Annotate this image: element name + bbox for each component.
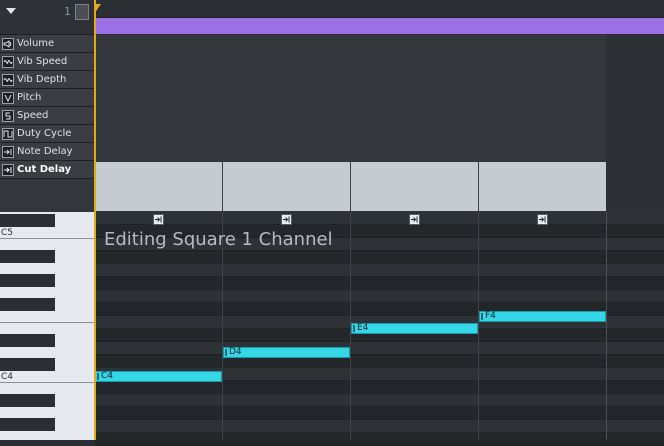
black-key[interactable] [0,298,55,311]
pitch-icon [2,91,14,104]
octave-divider [0,238,94,239]
black-key[interactable] [0,418,55,431]
collapse-icon[interactable] [6,8,16,14]
effect-vib-speed[interactable]: Vib Speed [0,53,94,71]
note-delay-icon [2,145,14,158]
effect-label: Cut Delay [17,164,72,175]
envelope-block[interactable] [223,162,351,211]
effect-note-delay[interactable]: Note Delay [0,143,94,161]
pattern-bar[interactable] [95,18,664,34]
duty-cycle-icon [2,127,14,140]
volume-icon [2,37,14,50]
effect-label: Duty Cycle [17,128,72,139]
channel-number: 1 [64,5,71,18]
effect-duty-cycle[interactable]: Duty Cycle [0,125,94,143]
note-e4[interactable]: E4 [351,323,478,334]
piano-keyboard[interactable]: C5 C4 [0,212,94,440]
envelope-overflow [606,35,664,212]
key-label-c5: C5 [1,228,14,238]
key-label-c4: C4 [1,372,14,382]
cut-delay-marker-icon[interactable] [281,214,292,225]
black-key[interactable] [0,394,55,407]
note-d4[interactable]: D4 [223,347,350,358]
effect-label: Note Delay [17,146,73,157]
envelope-block[interactable] [351,162,479,211]
note-f4[interactable]: F4 [479,311,606,322]
octave-divider [0,382,94,383]
playhead-marker-icon[interactable] [94,4,101,14]
effect-volume[interactable]: Volume [0,35,94,53]
black-key[interactable] [0,274,55,287]
timeline-ruler[interactable] [95,0,664,18]
effect-label: Pitch [17,92,42,103]
cut-delay-marker-icon[interactable] [153,214,164,225]
black-key[interactable] [0,334,55,347]
cut-delay-icon [2,163,14,176]
effect-label: Volume [17,38,55,49]
cut-delay-marker-icon[interactable] [537,214,548,225]
speed-icon [2,109,14,122]
effect-cut-delay[interactable]: Cut Delay [0,161,94,179]
cut-delay-marker-icon[interactable] [409,214,420,225]
wave-icon [2,73,14,86]
playhead[interactable] [94,0,96,440]
octave-divider [0,322,94,323]
effect-speed[interactable]: Speed [0,107,94,125]
effect-label: Vib Depth [17,74,67,85]
envelope-block[interactable] [95,162,223,211]
editing-channel-label: Editing Square 1 Channel [104,229,333,250]
effect-vib-depth[interactable]: Vib Depth [0,71,94,89]
instrument-icon[interactable] [75,4,89,20]
effect-pitch[interactable]: Pitch [0,89,94,107]
black-key[interactable] [0,214,55,227]
note-c4[interactable]: C4 [95,371,222,382]
effect-label: Vib Speed [17,56,68,67]
wave-icon [2,55,14,68]
black-key[interactable] [0,250,55,263]
effect-label: Speed [17,110,49,121]
black-key[interactable] [0,358,55,371]
envelope-block[interactable] [479,162,606,211]
